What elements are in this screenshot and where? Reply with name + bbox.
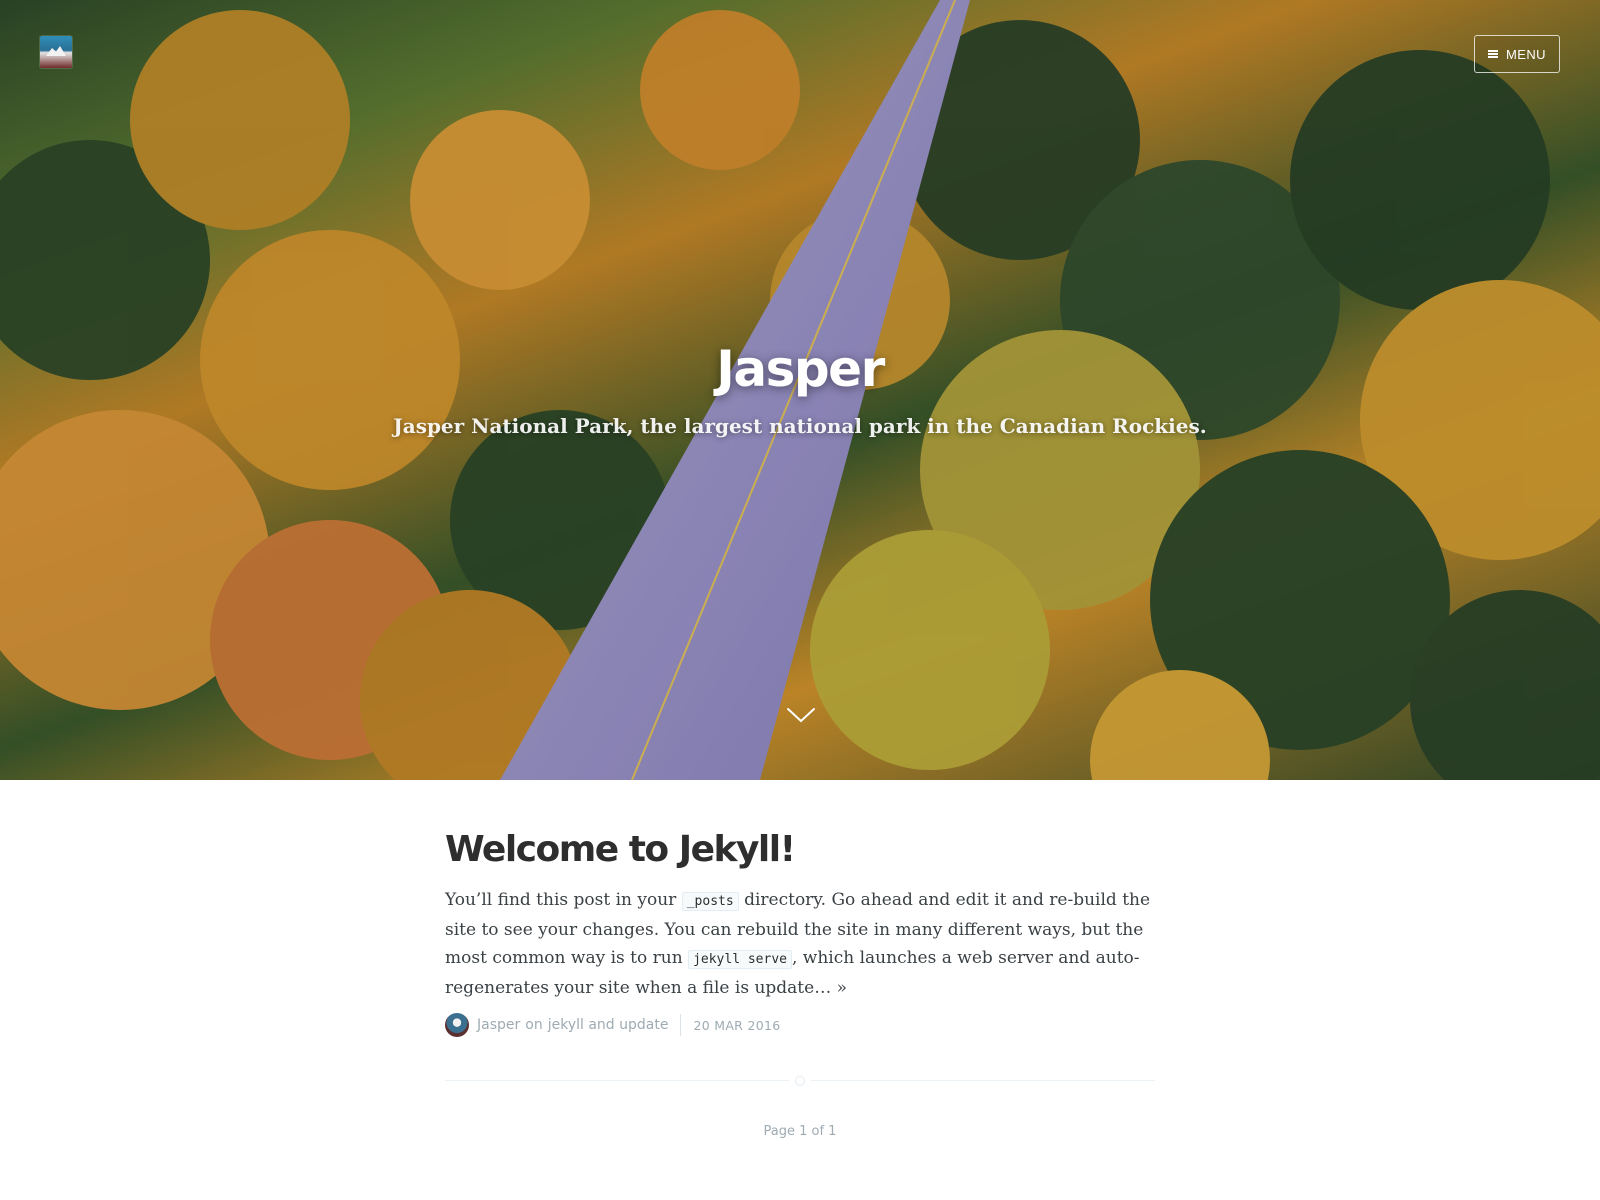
blog-logo[interactable] xyxy=(40,36,72,68)
hamburger-icon xyxy=(1488,50,1499,58)
menu-button[interactable]: MENU xyxy=(1474,35,1560,73)
inline-code: jekyll serve xyxy=(688,949,792,969)
post-date: 20 MAR 2016 xyxy=(693,1017,781,1033)
read-more-link[interactable]: » xyxy=(837,978,847,998)
pagination: Page 1 of 1 xyxy=(0,1124,1600,1139)
page-number: Page 1 of 1 xyxy=(763,1124,837,1139)
post-card: Welcome to Jekyll! You’ll find this post… xyxy=(445,830,1155,1002)
inline-code: _posts xyxy=(681,891,739,911)
author-link[interactable]: Jasper xyxy=(477,1017,520,1033)
chevron-down-icon[interactable] xyxy=(786,706,816,724)
excerpt-text: You’ll find this post in your xyxy=(445,889,682,910)
menu-label: MENU xyxy=(1506,46,1546,62)
post-excerpt: You’ll find this post in your _posts dir… xyxy=(445,886,1155,1002)
on-label: on xyxy=(525,1017,543,1033)
site-title: Jasper xyxy=(716,340,885,398)
post-separator xyxy=(445,1075,1155,1087)
site-description: Jasper National Park, the largest nation… xyxy=(393,414,1207,438)
post-tags-link[interactable]: jekyll and update xyxy=(548,1017,669,1033)
post-title-link[interactable]: Welcome to Jekyll! xyxy=(445,830,1155,870)
post-meta: Jasper on jekyll and update 20 MAR 2016 xyxy=(445,1012,780,1038)
hero-header: MENU Jasper Jasper National Park, the la… xyxy=(0,0,1600,780)
author-avatar[interactable] xyxy=(445,1013,469,1037)
meta-divider xyxy=(680,1014,682,1036)
